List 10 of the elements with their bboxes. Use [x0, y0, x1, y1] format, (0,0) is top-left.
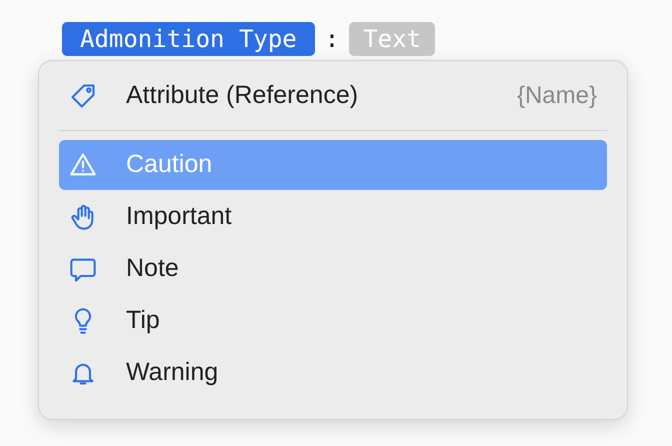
item-hint: {Name}: [516, 81, 597, 111]
menu-item[interactable]: Important: [59, 192, 607, 242]
token-label: Admonition Type: [62, 22, 315, 56]
menu-item[interactable]: Note: [59, 244, 607, 294]
menu-item[interactable]: Attribute (Reference) {Name}: [59, 71, 607, 121]
tag-icon: [69, 82, 97, 110]
token-value: Text: [349, 22, 435, 56]
menu-item[interactable]: Warning: [59, 348, 607, 398]
token-separator: :: [324, 24, 340, 55]
menu-item[interactable]: Tip: [59, 296, 607, 346]
